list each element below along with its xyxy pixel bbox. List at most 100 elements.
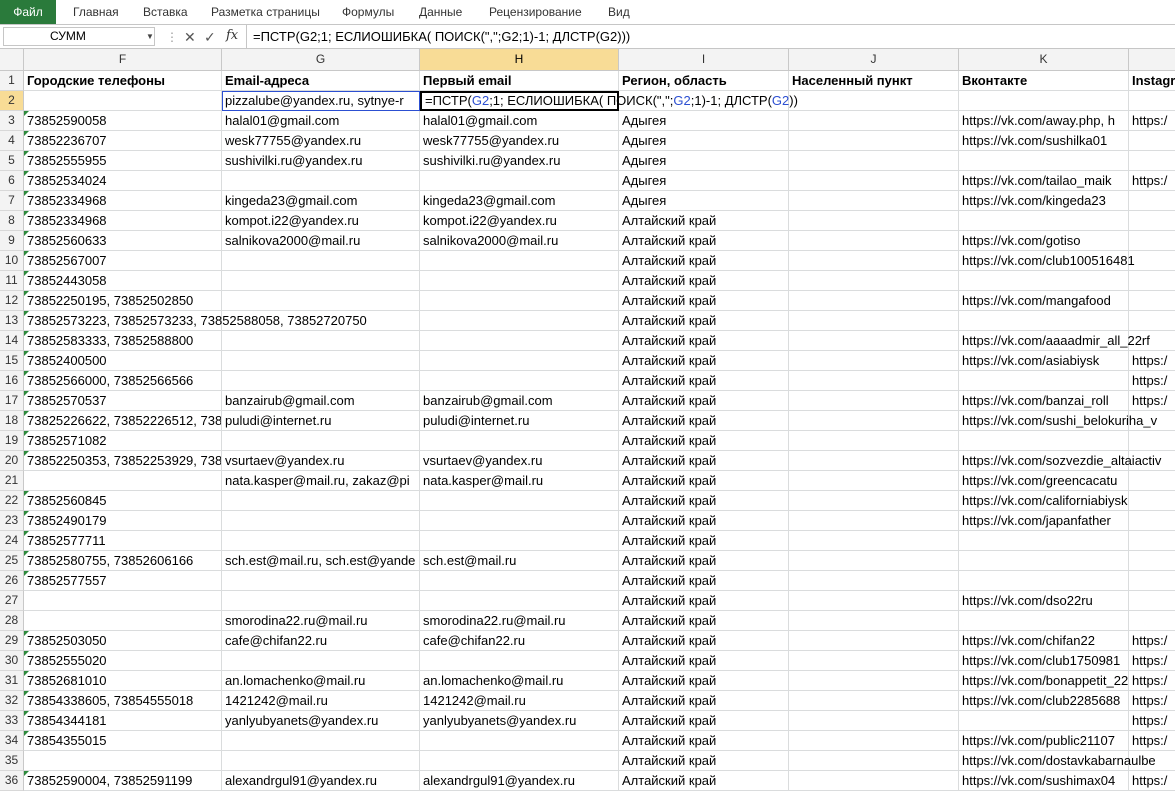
table-cell[interactable] bbox=[222, 251, 420, 271]
table-cell[interactable] bbox=[789, 151, 959, 171]
table-cell[interactable]: Алтайский край bbox=[619, 451, 789, 471]
table-cell[interactable] bbox=[222, 591, 420, 611]
table-cell[interactable] bbox=[789, 351, 959, 371]
table-cell[interactable]: Алтайский край bbox=[619, 211, 789, 231]
table-cell[interactable]: 73852443058 bbox=[24, 271, 222, 291]
table-cell[interactable] bbox=[420, 731, 619, 751]
table-cell[interactable] bbox=[24, 611, 222, 631]
table-cell[interactable]: https://vk.com/club2285688 bbox=[959, 691, 1129, 711]
table-cell[interactable]: halal01@gmail.com bbox=[420, 111, 619, 131]
table-cell[interactable]: salnikova2000@mail.ru bbox=[420, 231, 619, 251]
header-cell[interactable]: Instagr bbox=[1129, 71, 1175, 91]
table-cell[interactable] bbox=[1129, 291, 1175, 311]
table-cell[interactable] bbox=[222, 331, 420, 351]
table-cell[interactable] bbox=[1129, 491, 1175, 511]
table-cell[interactable]: 73852400500 bbox=[24, 351, 222, 371]
table-cell[interactable] bbox=[420, 751, 619, 771]
table-cell[interactable]: an.lomachenko@mail.ru bbox=[222, 671, 420, 691]
table-cell[interactable] bbox=[1129, 311, 1175, 331]
table-cell[interactable] bbox=[420, 371, 619, 391]
table-cell[interactable]: Алтайский край bbox=[619, 591, 789, 611]
row-header[interactable]: 28 bbox=[0, 611, 24, 631]
cell-row2[interactable] bbox=[1129, 91, 1175, 111]
table-cell[interactable]: kingeda23@gmail.com bbox=[222, 191, 420, 211]
table-cell[interactable] bbox=[789, 671, 959, 691]
table-cell[interactable]: https:/ bbox=[1129, 391, 1175, 411]
table-cell[interactable]: https:/ bbox=[1129, 371, 1175, 391]
table-cell[interactable]: Алтайский край bbox=[619, 731, 789, 751]
table-cell[interactable] bbox=[789, 411, 959, 431]
table-cell[interactable]: https://vk.com/sushi_belokuriha_v bbox=[959, 411, 1157, 431]
table-cell[interactable] bbox=[789, 491, 959, 511]
table-cell[interactable] bbox=[789, 551, 959, 571]
table-cell[interactable]: Адыгея bbox=[619, 111, 789, 131]
table-cell[interactable]: Алтайский край bbox=[619, 251, 789, 271]
table-cell[interactable]: Адыгея bbox=[619, 171, 789, 191]
table-cell[interactable] bbox=[1129, 191, 1175, 211]
table-cell[interactable] bbox=[789, 111, 959, 131]
cell-f2[interactable] bbox=[24, 91, 222, 111]
table-cell[interactable]: https:/ bbox=[1129, 691, 1175, 711]
table-cell[interactable]: Алтайский край bbox=[619, 431, 789, 451]
row-header[interactable]: 24 bbox=[0, 531, 24, 551]
table-cell[interactable]: https:/ bbox=[1129, 631, 1175, 651]
row-header[interactable]: 12 bbox=[0, 291, 24, 311]
row-header[interactable]: 23 bbox=[0, 511, 24, 531]
table-cell[interactable]: Алтайский край bbox=[619, 671, 789, 691]
row-header[interactable]: 9 bbox=[0, 231, 24, 251]
row-header[interactable]: 35 bbox=[0, 751, 24, 771]
table-cell[interactable] bbox=[789, 211, 959, 231]
row-header[interactable]: 3 bbox=[0, 111, 24, 131]
table-cell[interactable]: Алтайский край bbox=[619, 771, 789, 791]
table-cell[interactable]: Алтайский край bbox=[619, 711, 789, 731]
cell-row2[interactable] bbox=[789, 91, 959, 111]
row-header[interactable]: 26 bbox=[0, 571, 24, 591]
table-cell[interactable]: https://vk.com/japanfather bbox=[959, 511, 1129, 531]
column-header-next[interactable] bbox=[1129, 49, 1175, 71]
table-cell[interactable]: 73852567007 bbox=[24, 251, 222, 271]
table-cell[interactable] bbox=[789, 731, 959, 751]
table-cell[interactable]: yanlyubyanets@yandex.ru bbox=[420, 711, 619, 731]
column-header-i[interactable]: I bbox=[619, 49, 789, 71]
table-cell[interactable]: puludi@internet.ru bbox=[420, 411, 619, 431]
table-cell[interactable] bbox=[420, 571, 619, 591]
row-header[interactable]: 34 bbox=[0, 731, 24, 751]
table-cell[interactable]: Алтайский край bbox=[619, 751, 789, 771]
table-cell[interactable] bbox=[222, 511, 420, 531]
column-header-h[interactable]: H bbox=[420, 49, 619, 71]
table-cell[interactable] bbox=[1129, 251, 1175, 271]
table-cell[interactable] bbox=[222, 531, 420, 551]
table-cell[interactable] bbox=[789, 771, 959, 791]
table-cell[interactable] bbox=[1129, 231, 1175, 251]
table-cell[interactable] bbox=[1129, 571, 1175, 591]
table-cell[interactable] bbox=[789, 331, 959, 351]
table-cell[interactable]: vsurtaev@yandex.ru bbox=[222, 451, 420, 471]
row-header[interactable]: 31 bbox=[0, 671, 24, 691]
table-cell[interactable]: Алтайский край bbox=[619, 231, 789, 251]
table-cell[interactable]: Алтайский край bbox=[619, 691, 789, 711]
cancel-formula-icon[interactable]: ✕ bbox=[184, 28, 196, 46]
table-cell[interactable]: Алтайский край bbox=[619, 491, 789, 511]
tab-view[interactable]: Вид bbox=[608, 0, 630, 24]
table-cell[interactable] bbox=[1129, 211, 1175, 231]
table-cell[interactable]: Алтайский край bbox=[619, 371, 789, 391]
table-cell[interactable]: Адыгея bbox=[619, 191, 789, 211]
table-cell[interactable] bbox=[1129, 531, 1175, 551]
row-header[interactable]: 5 bbox=[0, 151, 24, 171]
table-cell[interactable]: https:/ bbox=[1129, 111, 1175, 131]
row-header[interactable]: 7 bbox=[0, 191, 24, 211]
table-cell[interactable] bbox=[222, 431, 420, 451]
table-cell[interactable]: sushivilki.ru@yandex.ru bbox=[222, 151, 420, 171]
table-cell[interactable] bbox=[789, 291, 959, 311]
table-cell[interactable] bbox=[420, 291, 619, 311]
table-cell[interactable]: 73854338605, 73854555018 bbox=[24, 691, 222, 711]
table-cell[interactable]: 73852571082 bbox=[24, 431, 222, 451]
table-cell[interactable] bbox=[222, 291, 420, 311]
table-cell[interactable] bbox=[959, 211, 1129, 231]
tab-file[interactable]: Файл bbox=[0, 0, 56, 24]
row-header[interactable]: 25 bbox=[0, 551, 24, 571]
table-cell[interactable]: 73852570537 bbox=[24, 391, 222, 411]
table-cell[interactable]: smorodina22.ru@mail.ru bbox=[420, 611, 619, 631]
table-cell[interactable]: https:/ bbox=[1129, 771, 1175, 791]
table-cell[interactable]: wesk77755@yandex.ru bbox=[222, 131, 420, 151]
